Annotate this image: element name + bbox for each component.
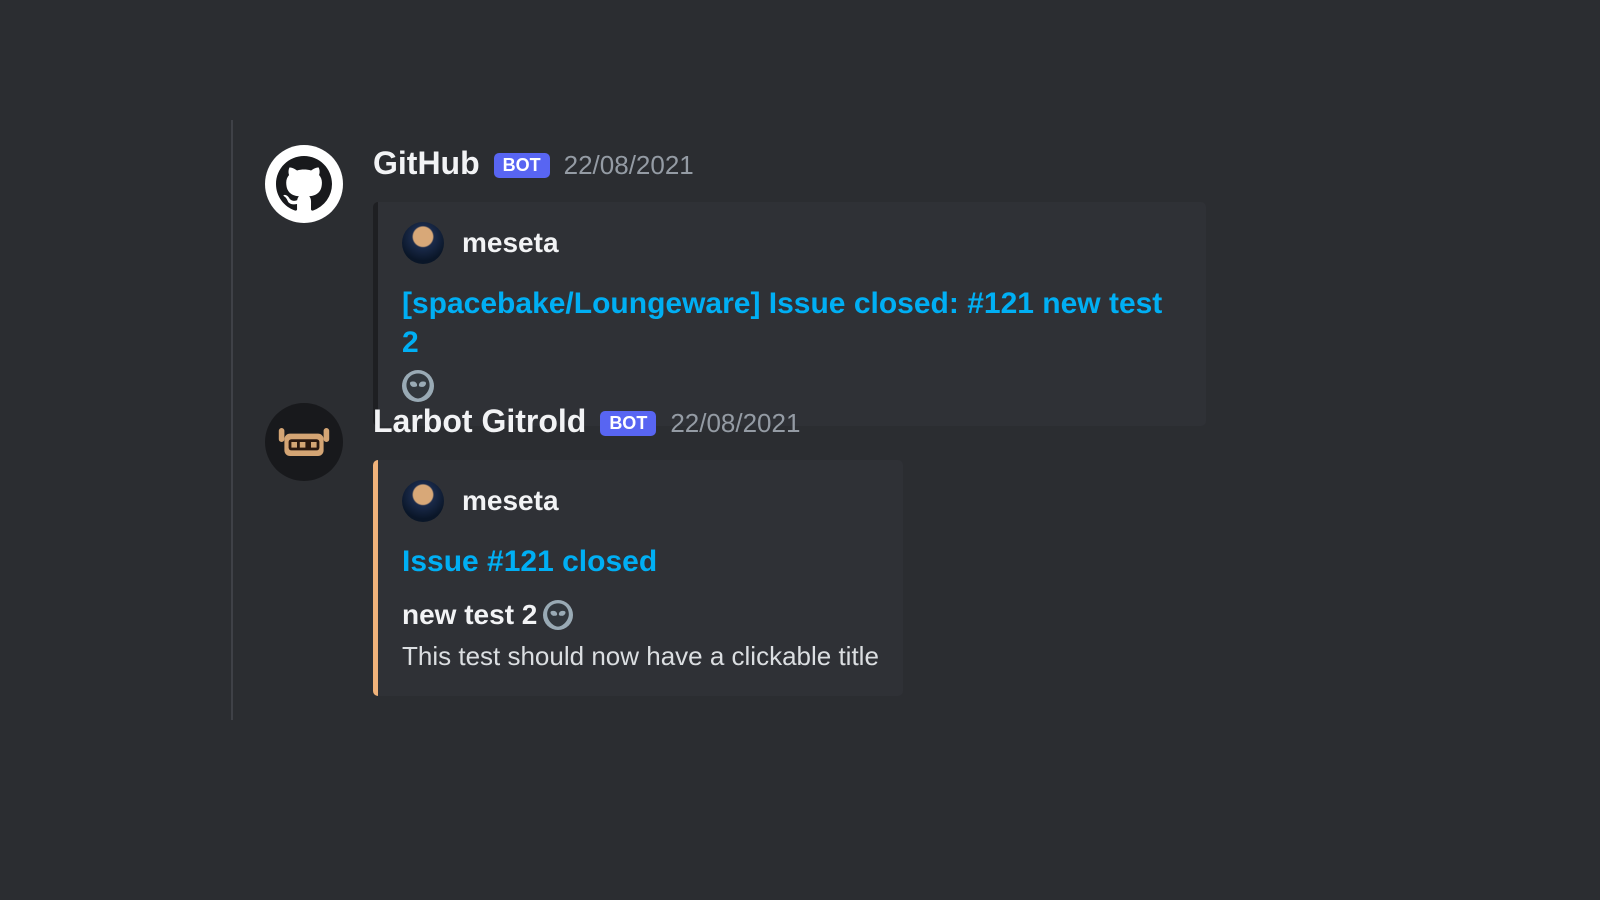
timestamp: 22/08/2021 [564,150,694,181]
embed-subtitle-text: new test 2 [402,599,537,631]
chat-message: GitHub BOT 22/08/2021 meseta [spacebake/… [265,145,1206,426]
message-content: GitHub BOT 22/08/2021 meseta [spacebake/… [373,145,1206,426]
message-content: Larbot Gitrold BOT 22/08/2021 meseta Iss… [373,403,903,696]
username[interactable]: Larbot Gitrold [373,403,586,440]
embed-author-avatar[interactable] [402,222,444,264]
embed-description: This test should now have a clickable ti… [402,641,879,672]
embed-author-name[interactable]: meseta [462,485,559,517]
avatar-larbot[interactable] [265,403,343,481]
embed-title-text: Issue #121 closed [402,542,657,581]
bot-badge: BOT [600,411,656,436]
embed-card: meseta [spacebake/Loungeware] Issue clos… [373,202,1206,426]
embed-author-avatar[interactable] [402,480,444,522]
message-header: Larbot Gitrold BOT 22/08/2021 [373,403,903,440]
timestamp: 22/08/2021 [670,408,800,439]
embed-subtitle: new test 2 [402,599,879,631]
embed-title-text: [spacebake/Loungeware] Issue closed: #12… [402,284,1182,362]
robot-icon [276,414,332,470]
embed-author: meseta [402,222,1182,264]
alien-icon [543,600,573,630]
embed-title-link[interactable]: [spacebake/Loungeware] Issue closed: #12… [402,284,1182,402]
embed-title-link[interactable]: Issue #121 closed [402,542,879,581]
avatar-github[interactable] [265,145,343,223]
embed-card: meseta Issue #121 closed new test 2 This… [373,460,903,696]
embed-author-name[interactable]: meseta [462,227,559,259]
chat-message: Larbot Gitrold BOT 22/08/2021 meseta Iss… [265,403,903,696]
github-icon [276,156,332,212]
username[interactable]: GitHub [373,145,480,182]
embed-author: meseta [402,480,879,522]
message-header: GitHub BOT 22/08/2021 [373,145,1206,182]
alien-icon [402,370,434,402]
reply-divider [231,120,233,720]
bot-badge: BOT [494,153,550,178]
